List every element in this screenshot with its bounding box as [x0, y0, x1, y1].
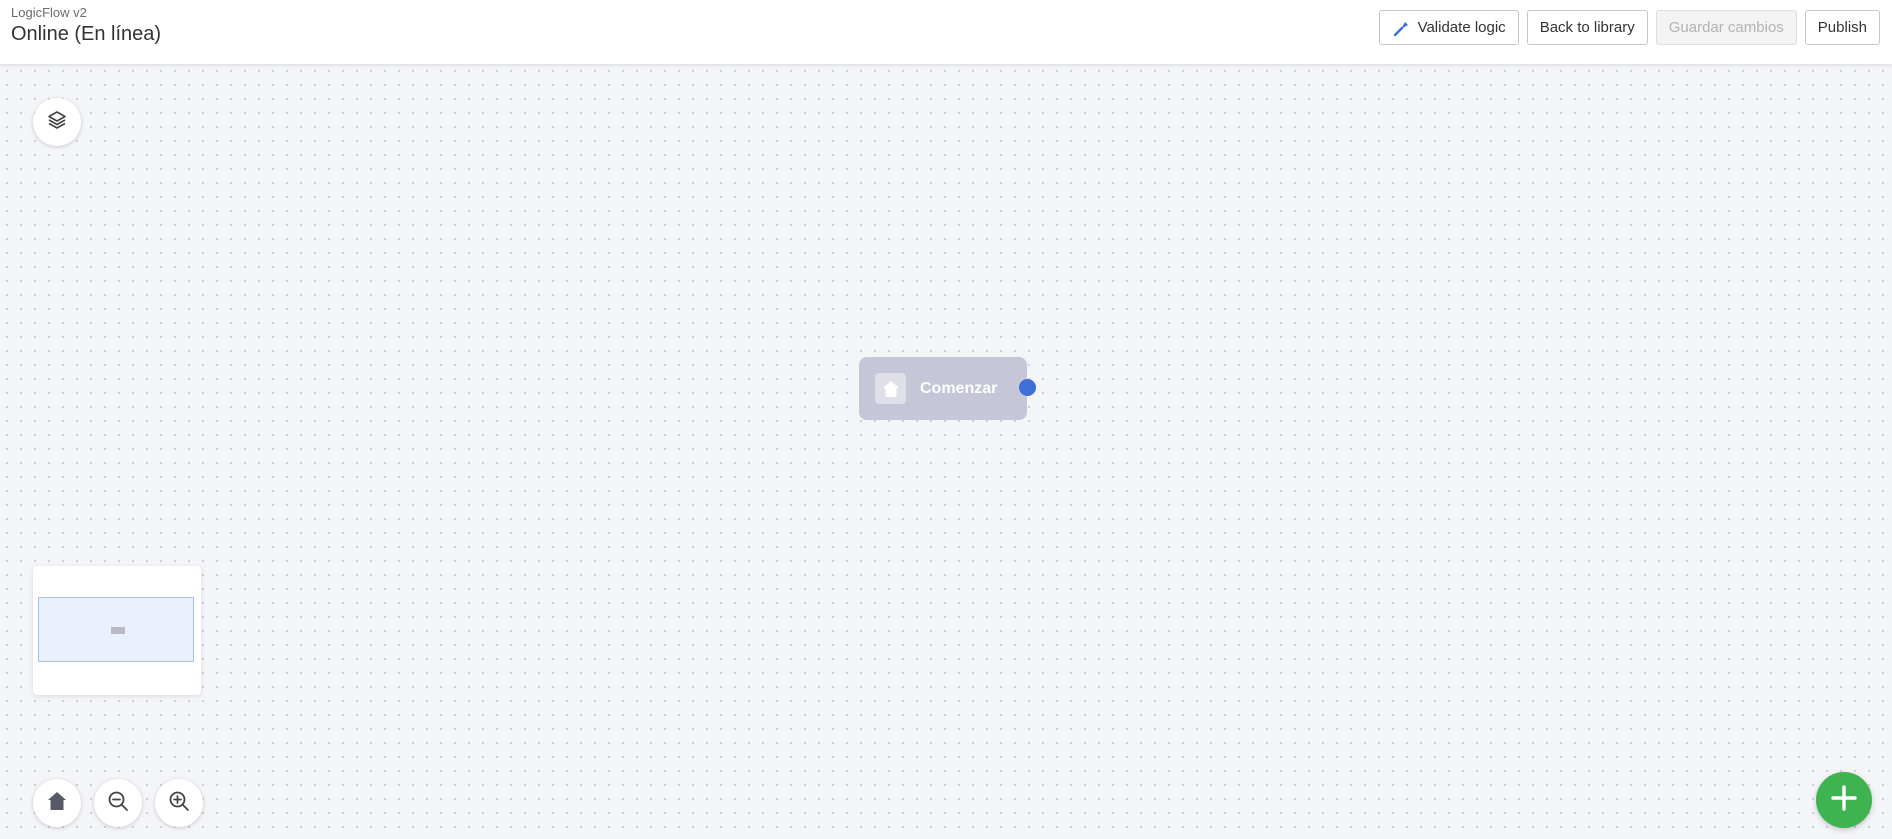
start-node-output-port[interactable] — [1019, 379, 1036, 396]
plus-icon — [1829, 783, 1859, 818]
validate-logic-label: Validate logic — [1417, 19, 1506, 36]
layers-button[interactable] — [33, 98, 81, 146]
home-icon — [45, 789, 69, 818]
start-node-label: Comenzar — [920, 379, 998, 397]
app-root: LogicFlow v2 Online (En línea) Validate … — [0, 0, 1892, 839]
fit-view-button[interactable] — [33, 779, 81, 827]
back-to-library-label: Back to library — [1539, 19, 1635, 36]
publish-label: Publish — [1817, 19, 1867, 36]
wand-icon — [1392, 19, 1410, 37]
back-to-library-button[interactable]: Back to library — [1526, 10, 1648, 45]
validate-logic-button[interactable]: Validate logic — [1378, 10, 1519, 45]
minimap-viewport[interactable] — [38, 597, 194, 662]
flow-canvas[interactable] — [0, 64, 1892, 839]
zoom-in-button[interactable] — [155, 779, 203, 827]
publish-button[interactable]: Publish — [1804, 10, 1880, 45]
zoom-out-icon — [106, 789, 130, 818]
start-node[interactable]: Comenzar — [859, 357, 1036, 420]
layers-icon — [46, 109, 68, 136]
header-bar: LogicFlow v2 Online (En línea) Validate … — [0, 0, 1892, 64]
add-node-button[interactable] — [1816, 772, 1872, 828]
flow-title: Online (En línea) — [11, 23, 162, 45]
home-icon — [875, 373, 906, 404]
zoom-out-button[interactable] — [94, 779, 142, 827]
minimap[interactable] — [33, 566, 201, 695]
toolbar: Validate logic Back to library Guardar c… — [1378, 10, 1880, 45]
minimap-node — [111, 627, 125, 634]
zoom-in-icon — [167, 789, 191, 818]
app-name: LogicFlow v2 — [11, 5, 87, 20]
save-changes-label: Guardar cambios — [1668, 19, 1784, 36]
save-changes-button[interactable]: Guardar cambios — [1655, 10, 1797, 45]
